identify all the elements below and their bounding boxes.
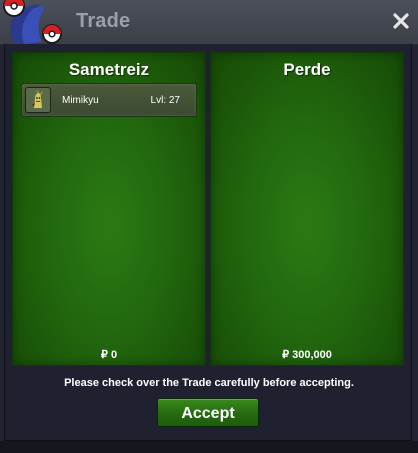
own-offer-panel: Sametreiz Mimikyu Lvl: 27 ₽ 0 [12, 52, 206, 366]
partner-trainer-name: Perde [283, 60, 331, 79]
close-icon[interactable] [392, 12, 410, 30]
accept-button[interactable]: Accept [157, 398, 259, 427]
mimikyu-sprite-icon [25, 87, 51, 113]
own-trainer-name: Sametreiz [68, 60, 150, 79]
window-title: Trade [76, 10, 131, 32]
trade-window: Trade Sametreiz Mimikyu Lvl: 27 ₽ 0 Perd… [0, 0, 418, 453]
pokemon-name: Mimikyu [62, 95, 99, 106]
title-bar[interactable]: Trade [0, 0, 418, 46]
partner-offer-panel: Perde ₽ 300,000 [210, 52, 404, 366]
own-money-offer: ₽ 0 [100, 349, 118, 361]
bottom-strip [0, 441, 418, 453]
partner-money-offer: ₽ 300,000 [282, 349, 332, 361]
pokemon-level: Lvl: 27 [150, 95, 180, 106]
trade-notice-text: Please check over the Trade carefully be… [64, 377, 354, 389]
pokeball-logo-icon [3, 0, 62, 46]
offered-pokemon-item[interactable]: Mimikyu Lvl: 27 [21, 83, 197, 117]
